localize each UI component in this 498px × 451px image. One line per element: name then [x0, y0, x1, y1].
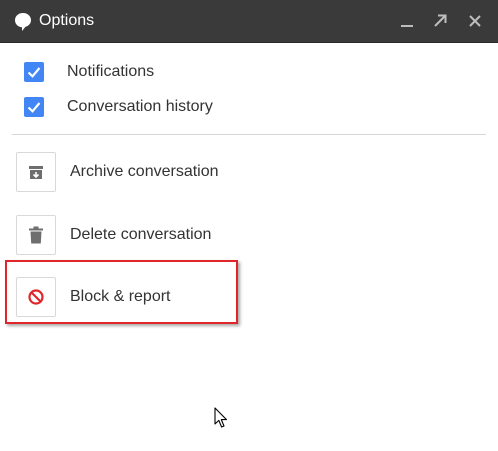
close-icon: [465, 11, 485, 31]
delete-conversation-button[interactable]: Delete conversation: [16, 215, 276, 255]
window-title: Options: [39, 12, 95, 29]
notifications-option[interactable]: Notifications: [24, 61, 324, 83]
mouse-cursor-icon: [214, 407, 228, 429]
delete-tile[interactable]: [16, 215, 56, 255]
notifications-checkbox[interactable]: [24, 62, 44, 82]
archive-conversation-label: Archive conversation: [70, 163, 219, 180]
conversation-history-checkbox[interactable]: [24, 97, 44, 117]
delete-conversation-label: Delete conversation: [70, 226, 212, 243]
conversation-history-label: Conversation history: [67, 98, 213, 115]
title-bar: Options: [0, 0, 498, 43]
conversation-history-option[interactable]: Conversation history: [24, 96, 324, 118]
divider: [12, 134, 486, 135]
notifications-label: Notifications: [67, 63, 155, 80]
archive-tile[interactable]: [16, 152, 56, 192]
close-button[interactable]: [465, 11, 485, 31]
speech-bubble-icon: [14, 12, 32, 32]
highlight-annotation: [5, 260, 238, 324]
trash-icon: [29, 226, 43, 244]
minimize-button[interactable]: [397, 11, 417, 31]
popout-button[interactable]: [430, 11, 450, 31]
popout-icon: [430, 11, 450, 31]
minimize-icon: [397, 11, 417, 31]
archive-conversation-button[interactable]: Archive conversation: [16, 152, 276, 192]
archive-icon: [29, 166, 43, 179]
